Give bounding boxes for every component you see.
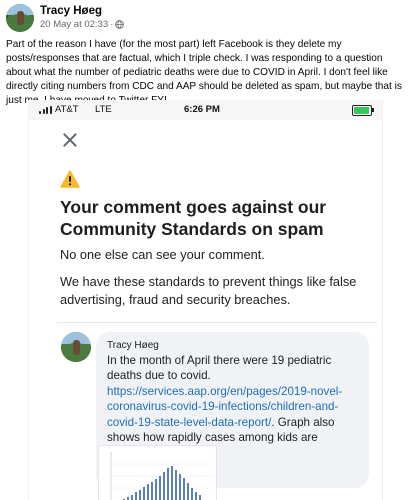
post-text: Part of the reason I have (for the most … [6,39,402,106]
warning-icon [60,170,80,188]
author-name[interactable]: Tracy Høeg [40,5,102,17]
comment-author[interactable]: Tracy Høeg [107,340,159,351]
network-label: LTE [95,104,112,115]
status-time: 6:26 PM [184,104,220,115]
globe-icon [115,20,125,29]
close-icon[interactable] [62,132,78,148]
policy-visibility-note: No one else can see your comment. [60,247,265,262]
comment-avatar[interactable] [61,332,91,362]
post-header: Tracy Høeg 20 May at 02:33 · [6,4,406,34]
meta-separator: · [110,19,114,30]
status-bar: AT&T LTE 6:26 PM [29,100,382,120]
post-meta: 20 May at 02:33 · [40,19,125,30]
embedded-screenshot: AT&T LTE 6:26 PM Your comment goes again… [28,100,383,500]
carrier-label: AT&T [55,104,79,115]
policy-explanation: We have these standards to prevent thing… [60,274,357,307]
comment-text-start: In the month of April there were 19 pedi… [107,354,332,383]
divider [57,322,377,323]
battery-icon [352,105,374,116]
post-date[interactable]: 20 May at 02:33 [40,19,108,30]
graph-thumbnail [98,445,217,500]
signal-icon [39,106,52,114]
author-avatar[interactable] [6,4,34,32]
policy-heading: Your comment goes against our Community … [60,197,327,239]
